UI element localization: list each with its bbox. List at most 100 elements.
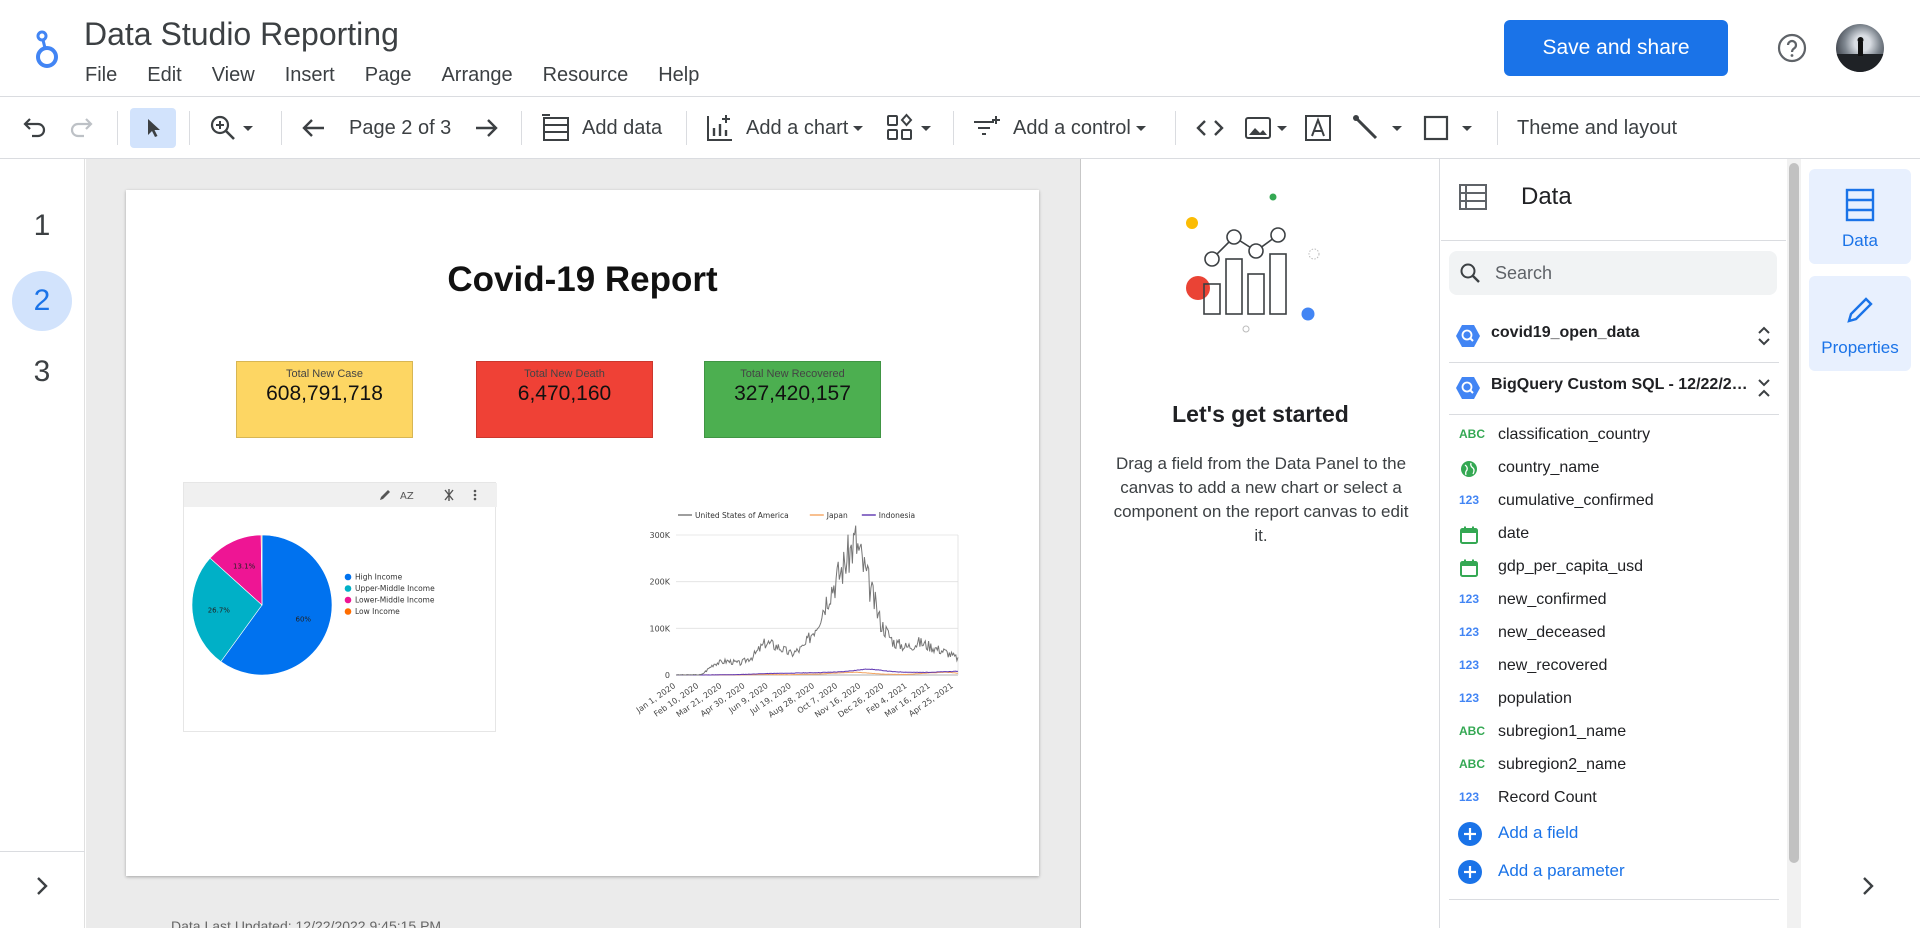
community-viz-button[interactable] xyxy=(884,97,936,159)
add-control-label: Add a control xyxy=(1013,116,1131,139)
select-pointer-button[interactable] xyxy=(130,108,176,148)
add-data-button[interactable]: Add data xyxy=(540,97,662,159)
legend-swatch xyxy=(344,585,352,592)
scrollbar-thumb[interactable] xyxy=(1789,163,1799,863)
field-name: classification_country xyxy=(1498,426,1651,443)
menu-insert[interactable]: Insert xyxy=(285,64,335,87)
report-title[interactable]: Covid-19 Report xyxy=(126,260,1039,300)
y-tick-label: 100K xyxy=(649,624,670,633)
field-row[interactable]: ABC classification_country xyxy=(1441,419,1786,452)
chevron-right-icon[interactable] xyxy=(30,874,54,898)
legend-item[interactable]: Upper-Middle Income xyxy=(355,584,435,593)
shape-button[interactable] xyxy=(1420,97,1480,159)
get-started-panel: Let's get started Drag a field from the … xyxy=(1082,159,1440,928)
looker-studio-logo-icon[interactable] xyxy=(30,28,64,70)
data-panel-title: Data xyxy=(1521,183,1572,210)
field-name: Record Count xyxy=(1498,789,1597,806)
menu-file[interactable]: File xyxy=(85,64,117,87)
series-line[interactable] xyxy=(676,525,959,676)
avatar[interactable] xyxy=(1836,24,1884,72)
field-search-input[interactable]: Search xyxy=(1449,251,1777,295)
page-1-button[interactable]: 1 xyxy=(12,196,72,256)
field-row[interactable]: 123 new_recovered xyxy=(1441,650,1786,683)
legend-item[interactable]: Lower-Middle Income xyxy=(355,596,435,605)
field-row[interactable]: ABC subregion1_name xyxy=(1441,716,1786,749)
legend-item[interactable]: Indonesia xyxy=(879,511,915,520)
zoom-button[interactable] xyxy=(208,97,258,159)
toolbar-divider xyxy=(281,111,282,145)
image-icon xyxy=(1245,117,1271,139)
legend-swatch xyxy=(344,608,352,615)
menu-view[interactable]: View xyxy=(212,64,255,87)
report-name[interactable]: Data Studio Reporting xyxy=(84,16,399,53)
field-row[interactable]: 123 population xyxy=(1441,683,1786,716)
dropdown-caret-icon xyxy=(1135,126,1146,131)
unfold-less-icon[interactable] xyxy=(1755,377,1773,399)
data-source-row-selected[interactable]: BigQuery Custom SQL - 12/22/22,... xyxy=(1441,362,1786,412)
scorecard-total-new-recovered[interactable]: Total New Recovered 327,420,157 xyxy=(704,361,881,438)
save-and-share-button[interactable]: Save and share xyxy=(1504,20,1728,76)
field-row[interactable]: 123 cumulative_confirmed xyxy=(1441,485,1786,518)
data-panel-toggle[interactable]: Data xyxy=(1809,169,1911,264)
legend-item[interactable]: Japan xyxy=(826,511,848,520)
text-type-icon: ABC xyxy=(1459,724,1485,738)
data-source-row[interactable]: covid19_open_data xyxy=(1441,310,1786,360)
scorecard-total-new-case[interactable]: Total New Case 608,791,718 xyxy=(236,361,413,438)
field-row[interactable]: 123 new_deceased xyxy=(1441,617,1786,650)
legend-item[interactable]: High Income xyxy=(355,573,403,582)
undo-button[interactable] xyxy=(20,97,48,159)
field-row[interactable]: ABC subregion2_name xyxy=(1441,749,1786,782)
pie-chart-income[interactable]: AZ 60% 26.7% 13.1% High Income Upper-Middle … xyxy=(183,482,497,732)
help-icon[interactable] xyxy=(1776,32,1808,64)
add-control-button[interactable]: Add a control xyxy=(971,97,1151,159)
divider xyxy=(1449,414,1779,415)
add-field-button[interactable]: Add a field xyxy=(1441,815,1786,851)
menu-edit[interactable]: Edit xyxy=(147,64,181,87)
toolbar-divider xyxy=(1175,111,1176,145)
embed-url-button[interactable] xyxy=(1194,97,1226,159)
page-2-button[interactable]: 2 xyxy=(12,271,72,331)
add-parameter-button[interactable]: Add a parameter xyxy=(1441,853,1786,889)
data-source-name: covid19_open_data xyxy=(1491,324,1640,341)
properties-panel-toggle[interactable]: Properties xyxy=(1809,276,1911,371)
y-tick-label: 200K xyxy=(649,578,670,587)
report-page[interactable]: Covid-19 Report Total New Case 608,791,7… xyxy=(126,190,1039,928)
field-row[interactable]: 123 new_confirmed xyxy=(1441,584,1786,617)
legend-item[interactable]: Low Income xyxy=(355,607,400,616)
line-button[interactable] xyxy=(1350,97,1410,159)
next-page-button[interactable] xyxy=(472,97,500,159)
scorecard-total-new-death[interactable]: Total New Death 6,470,160 xyxy=(476,361,653,438)
calendar-icon xyxy=(1460,559,1478,577)
page-3-button[interactable]: 3 xyxy=(12,342,72,402)
theme-and-layout-button[interactable]: Theme and layout xyxy=(1517,97,1677,159)
add-chart-button[interactable]: Add a chart xyxy=(704,97,868,159)
search-icon xyxy=(1460,263,1480,283)
field-row[interactable]: gdp_per_capita_usd xyxy=(1441,551,1786,584)
code-icon xyxy=(1196,120,1224,136)
unfold-more-icon[interactable] xyxy=(1755,325,1773,347)
legend-item[interactable]: United States of America xyxy=(695,511,789,520)
filter-control-icon xyxy=(974,116,1000,135)
data-table-icon xyxy=(1459,184,1487,210)
menu-page[interactable]: Page xyxy=(365,64,412,87)
text-box-button[interactable] xyxy=(1302,97,1334,159)
field-row[interactable]: 123 Record Count xyxy=(1441,782,1786,815)
toolbar-divider xyxy=(953,111,954,145)
menu-help[interactable]: Help xyxy=(658,64,699,87)
data-panel-scrollbar[interactable] xyxy=(1787,159,1801,928)
cross-filter-icon[interactable] xyxy=(442,488,456,502)
more-vert-icon[interactable] xyxy=(472,488,478,502)
chevron-right-icon[interactable] xyxy=(1856,874,1880,898)
image-button[interactable] xyxy=(1242,97,1290,159)
edit-pencil-icon[interactable] xyxy=(378,488,392,502)
slice-label: 13.1% xyxy=(233,562,256,570)
line-icon xyxy=(1353,115,1378,140)
line-chart-new-cases[interactable]: United States of America Japan Indonesia 0 1… xyxy=(624,505,964,735)
field-row[interactable]: country_name xyxy=(1441,452,1786,485)
field-row[interactable]: date xyxy=(1441,518,1786,551)
menu-resource[interactable]: Resource xyxy=(543,64,629,87)
sort-az-icon[interactable]: AZ xyxy=(400,488,416,502)
menu-arrange[interactable]: Arrange xyxy=(441,64,512,87)
redo-button[interactable] xyxy=(68,97,96,159)
previous-page-button[interactable] xyxy=(300,97,328,159)
